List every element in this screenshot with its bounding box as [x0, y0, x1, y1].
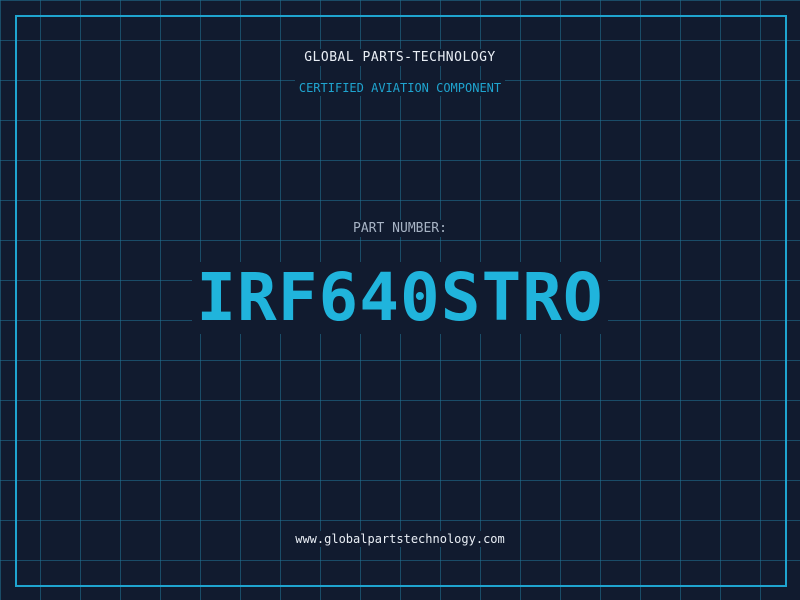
tagline-container: CERTIFIED AVIATION COMPONENT [0, 80, 800, 96]
website-url: www.globalpartstechnology.com [291, 531, 509, 547]
website-container: www.globalpartstechnology.com [0, 531, 800, 547]
tagline: CERTIFIED AVIATION COMPONENT [294, 80, 506, 96]
part-number-container: IRF640STRO [0, 262, 800, 334]
company-name-container: GLOBAL PARTS-TECHNOLOGY [0, 49, 800, 66]
part-number: IRF640STRO [192, 262, 608, 334]
part-number-label-container: PART NUMBER: [0, 220, 800, 237]
company-name: GLOBAL PARTS-TECHNOLOGY [300, 49, 500, 66]
part-number-label: PART NUMBER: [349, 220, 451, 237]
part-certificate-card: GLOBAL PARTS-TECHNOLOGY CERTIFIED AVIATI… [0, 0, 800, 600]
